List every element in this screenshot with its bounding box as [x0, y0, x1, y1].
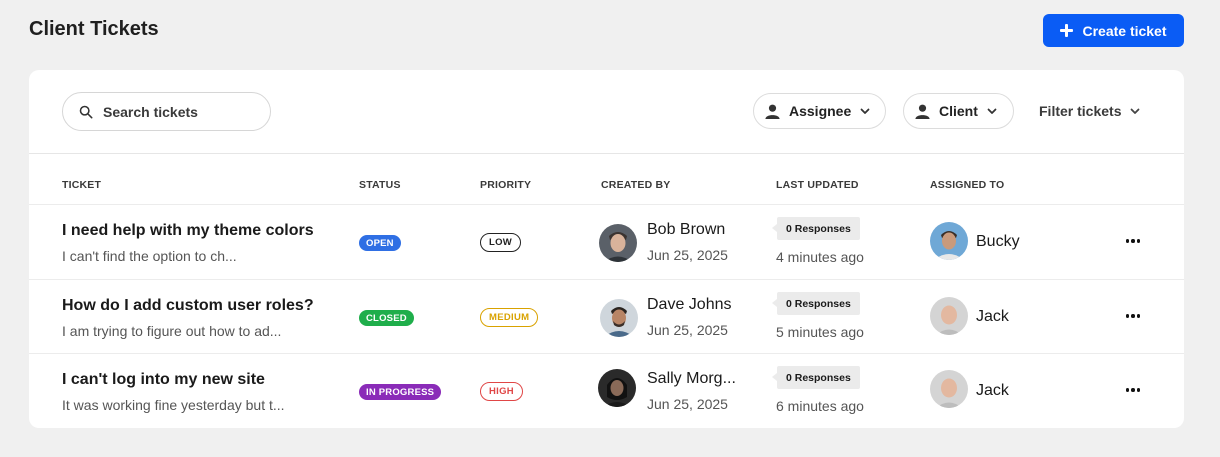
created-date: Jun 25, 2025: [647, 247, 728, 263]
creator-name: Bob Brown: [647, 221, 726, 238]
search-input[interactable]: [103, 103, 253, 120]
column-header-created-by: CREATED BY: [601, 179, 671, 191]
more-options-icon[interactable]: [1121, 382, 1145, 398]
responses-tag: 0 Responses: [772, 366, 860, 389]
client-filter-label: Client: [939, 103, 978, 119]
chevron-down-icon: [860, 108, 870, 114]
ticket-title[interactable]: I need help with my theme colors: [62, 222, 314, 240]
creator-avatar: [600, 299, 638, 337]
status-badge: CLOSED: [359, 310, 414, 326]
assignee-name: Bucky: [976, 233, 1020, 250]
last-updated: 5 minutes ago: [776, 324, 864, 340]
priority-badge: LOW: [480, 233, 522, 252]
creator-avatar: [598, 369, 636, 407]
responses-tag: 0 Responses: [772, 217, 860, 240]
chevron-down-icon: [987, 108, 997, 114]
user-icon: [913, 102, 931, 120]
column-header-priority: PRIORITY: [480, 179, 532, 191]
assignee-name: Jack: [976, 382, 1009, 399]
assignee-filter[interactable]: Assignee: [753, 93, 886, 129]
creator-name: Dave Johns: [647, 296, 732, 313]
client-filter[interactable]: Client: [903, 93, 1014, 129]
status-badge: OPEN: [359, 235, 401, 251]
user-icon: [763, 102, 781, 120]
created-date: Jun 25, 2025: [647, 396, 728, 412]
table-row[interactable]: I need help with my theme colors I can't…: [29, 204, 1184, 278]
assignee-avatar: [930, 297, 968, 335]
assignee-avatar: [930, 370, 968, 408]
filter-tickets-dropdown[interactable]: Filter tickets: [1039, 103, 1141, 119]
creator-name: Sally Morg...: [647, 370, 736, 387]
create-ticket-button[interactable]: Create ticket: [1043, 14, 1184, 47]
chevron-down-icon: [1131, 108, 1140, 114]
plus-icon: [1060, 24, 1074, 37]
filter-tickets-label: Filter tickets: [1039, 103, 1122, 119]
table-row[interactable]: I can't log into my new site It was work…: [29, 353, 1184, 427]
column-header-assigned-to: ASSIGNED TO: [930, 179, 1005, 191]
status-badge: IN PROGRESS: [359, 384, 442, 400]
ticket-title[interactable]: How do I add custom user roles?: [62, 297, 314, 315]
search-icon: [79, 105, 93, 118]
ticket-description: I can't find the option to ch...: [62, 248, 237, 264]
toolbar-divider: [29, 153, 1184, 154]
column-header-last-updated: LAST UPDATED: [776, 179, 859, 191]
creator-avatar: [599, 224, 637, 262]
last-updated: 6 minutes ago: [776, 398, 864, 414]
priority-badge: HIGH: [480, 382, 523, 401]
priority-badge: MEDIUM: [480, 308, 539, 327]
column-header-ticket: TICKET: [62, 179, 102, 191]
created-date: Jun 25, 2025: [647, 322, 728, 338]
create-ticket-label: Create ticket: [1082, 22, 1167, 39]
last-updated: 4 minutes ago: [776, 249, 864, 265]
assignee-filter-label: Assignee: [789, 103, 852, 119]
tickets-card: Assignee Client Filter tickets TICKET ST…: [29, 70, 1184, 428]
ticket-title[interactable]: I can't log into my new site: [62, 371, 265, 389]
assignee-avatar: [930, 222, 968, 260]
ticket-description: It was working fine yesterday but t...: [62, 397, 285, 413]
assignee-name: Jack: [976, 308, 1009, 325]
search-box[interactable]: [62, 92, 271, 131]
column-header-status: STATUS: [359, 179, 401, 191]
table-row[interactable]: How do I add custom user roles? I am try…: [29, 279, 1184, 353]
page-title: Client Tickets: [29, 18, 159, 40]
ticket-description: I am trying to figure out how to ad...: [62, 323, 282, 339]
more-options-icon[interactable]: [1121, 308, 1145, 324]
more-options-icon[interactable]: [1121, 233, 1145, 249]
responses-tag: 0 Responses: [772, 292, 860, 315]
